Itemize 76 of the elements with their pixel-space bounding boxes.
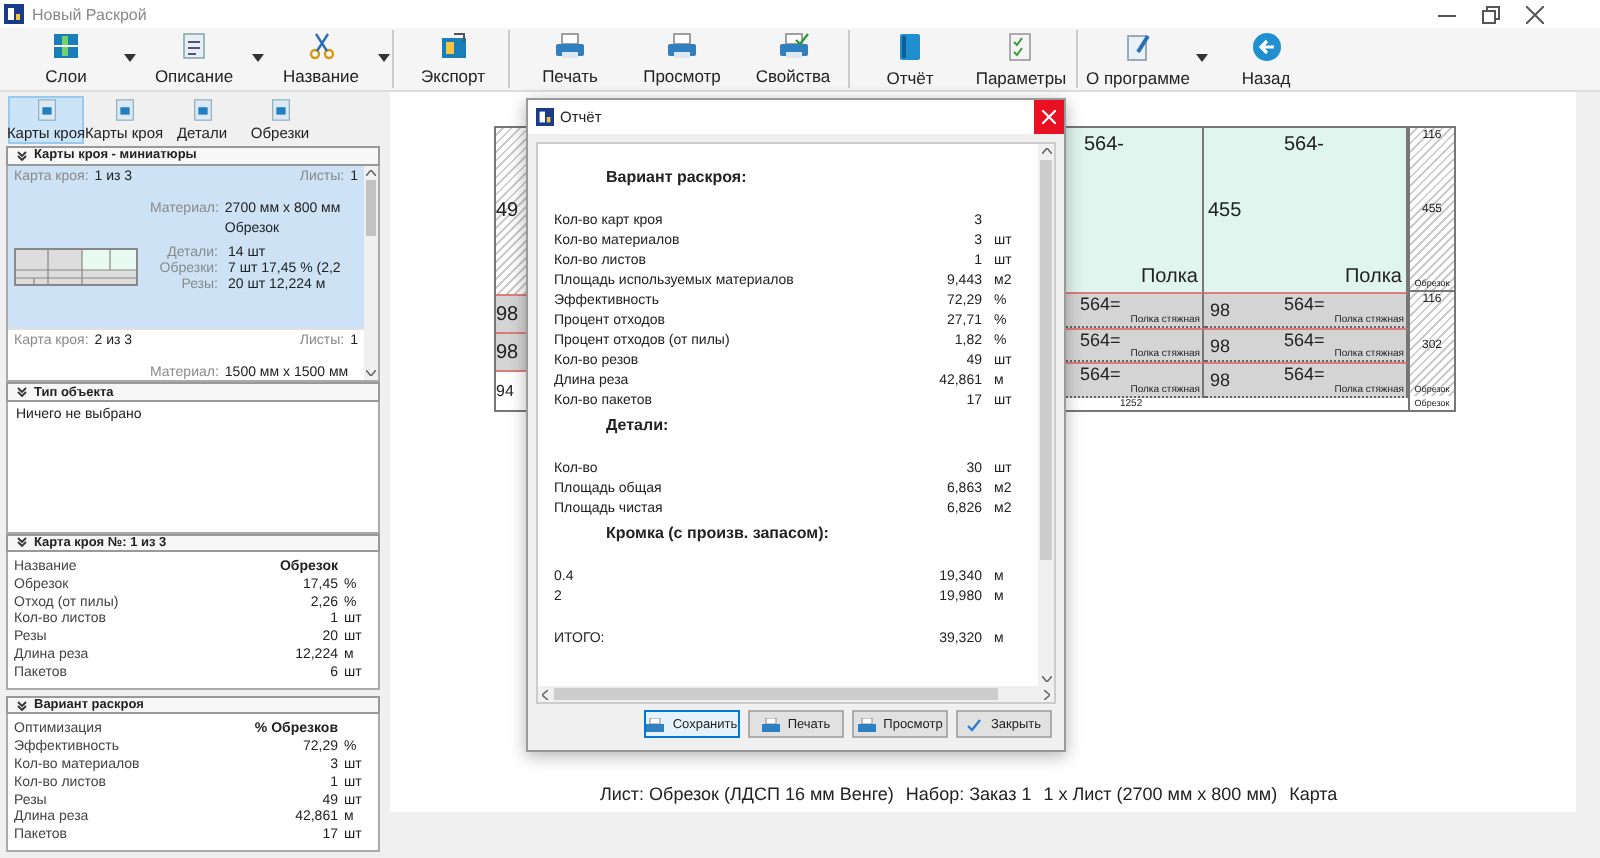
dimension-label: 564- <box>1084 134 1125 156</box>
collapse-icon <box>16 536 28 549</box>
close-icon <box>1042 110 1056 124</box>
maximize-icon[interactable] <box>1482 5 1500 23</box>
sheet-icon <box>269 98 291 122</box>
collapse-icon <box>16 699 28 712</box>
dropdown-caret-icon <box>252 54 264 62</box>
app-icon <box>536 108 554 126</box>
dimension-label: 564- <box>1284 134 1325 156</box>
dropdown-caret-icon <box>124 54 136 62</box>
collapse-icon <box>16 386 28 399</box>
report-heading: Вариант раскроя: <box>604 168 749 186</box>
dimension-label: 98 <box>496 303 519 325</box>
scroll-up-icon[interactable] <box>1041 148 1051 154</box>
scroll-thumb[interactable] <box>554 688 998 700</box>
dimension-label: 94 <box>496 381 514 399</box>
toolbar-button[interactable]: Слои <box>10 30 138 88</box>
toolbar-button[interactable]: Параметры <box>966 30 1078 88</box>
scroll-thumb[interactable] <box>366 179 376 236</box>
toolbar-button[interactable]: Экспорт <box>398 30 510 88</box>
status-text: Набор: Заказ 1 <box>905 784 1032 804</box>
scissors-icon <box>307 32 335 60</box>
scroll-thumb[interactable] <box>1040 160 1052 560</box>
printer-icon <box>646 717 665 731</box>
document-text-icon <box>180 32 208 60</box>
checkmark-icon <box>966 717 983 731</box>
scroll-up-icon[interactable] <box>366 169 376 176</box>
sheet-icon <box>113 98 135 122</box>
scroll-right-icon[interactable] <box>1044 689 1050 699</box>
close-button[interactable] <box>1034 100 1064 134</box>
part-name: Полка <box>1140 265 1198 288</box>
dimension-label: 98 <box>1210 299 1231 320</box>
toolbar-button[interactable]: Название <box>266 30 394 88</box>
dimension-label: 98 <box>1210 370 1231 391</box>
document-pencil-icon <box>1125 31 1151 61</box>
scrollbar[interactable] <box>364 165 378 381</box>
printer-icon <box>761 717 780 731</box>
toolbar-button[interactable]: О программе <box>1082 30 1210 88</box>
dimension-label: 49 <box>496 200 519 222</box>
book-icon <box>898 31 922 61</box>
scroll-down-icon[interactable] <box>366 370 376 377</box>
export-icon <box>439 32 467 60</box>
collapse-icon <box>16 149 28 162</box>
scrollbar[interactable] <box>1038 144 1054 686</box>
sheet-icon <box>191 98 213 122</box>
dimension-label: 98 <box>496 341 519 363</box>
thumbnail-drawing <box>14 247 138 286</box>
printer-icon <box>857 717 876 731</box>
dimension-label: 564= <box>1080 329 1121 350</box>
toolbar-button[interactable]: Описание <box>138 30 266 88</box>
dimension-label: 564= <box>1284 329 1325 350</box>
dimension-label: 564= <box>1080 364 1121 385</box>
window-title: Новый Раскрой <box>32 5 147 23</box>
report-heading: Кромка (с произв. запасом): <box>604 524 831 542</box>
toolbar-button[interactable]: Просмотр <box>626 30 738 88</box>
status-text: Лист: Обрезок (ЛДСП 16 мм Венге) <box>600 784 894 804</box>
dropdown-caret-icon <box>1196 54 1208 62</box>
toolbar-button[interactable]: Свойства <box>738 30 850 88</box>
part-name: Полка <box>1344 265 1402 288</box>
scroll-left-icon[interactable] <box>542 689 548 699</box>
dropdown-caret-icon <box>378 54 390 62</box>
close-icon[interactable] <box>1526 5 1544 23</box>
toolbar-button[interactable]: Назад <box>1210 30 1322 88</box>
toolbar-button[interactable]: Отчёт <box>854 30 966 88</box>
dimension-label: 455 <box>1208 200 1242 222</box>
dimension-label: 564= <box>1080 293 1121 314</box>
dimension-label: 98 <box>1210 335 1231 356</box>
report-heading: Детали: <box>604 416 671 434</box>
status-text: 1 x Лист (2700 мм x 800 мм) <box>1043 784 1278 804</box>
dimension-label: 564= <box>1284 293 1325 314</box>
sheet-icon <box>35 98 57 122</box>
scrollbar[interactable] <box>538 686 1054 702</box>
toolbar-button[interactable]: Печать <box>514 30 626 88</box>
status-text: Карта <box>1289 784 1338 804</box>
dimension-label: 564= <box>1284 364 1325 385</box>
scroll-down-icon[interactable] <box>1041 676 1051 682</box>
